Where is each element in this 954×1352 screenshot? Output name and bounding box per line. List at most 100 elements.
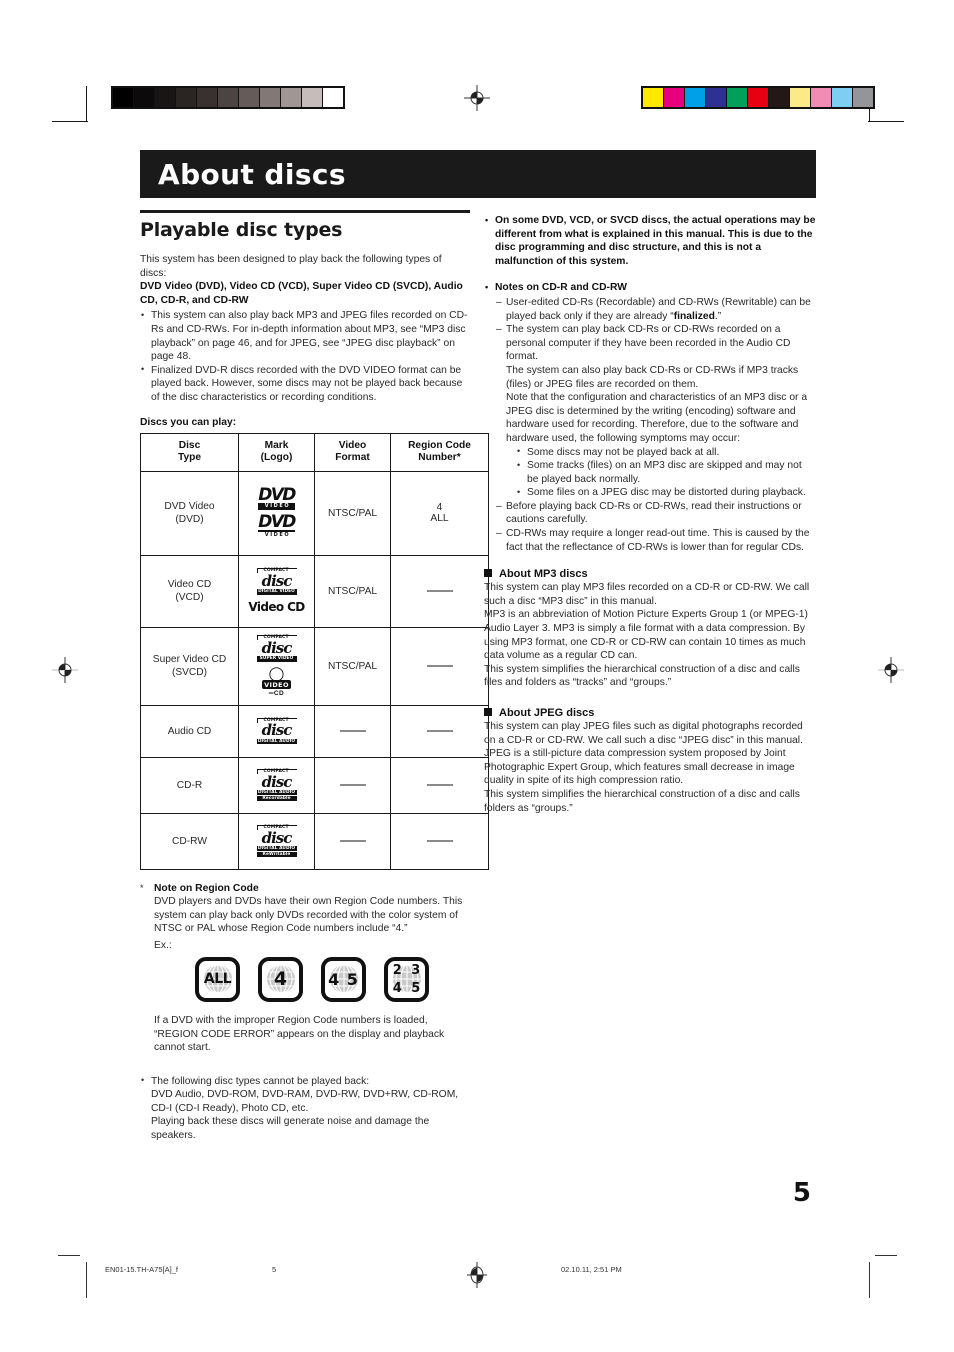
table-row: Audio CD COMPACT disc DIGITAL AUDIO [140, 704, 489, 758]
example-label: Ex.: [154, 939, 172, 951]
grayscale-swatch-10 [323, 88, 343, 107]
compact-disc-rewritable-logo: COMPACT disc DIGITAL AUDIO ReWritable [256, 824, 297, 858]
registration-crosshair-icon-top [464, 85, 490, 111]
crop-mark-left-upper [52, 121, 88, 122]
note-emphasis: finalized [673, 310, 715, 322]
note-continuation: The system can also play back CD-Rs or C… [506, 364, 799, 390]
color-swatch-7 [790, 88, 810, 107]
cell-video-format: NTSC/PAL [314, 554, 391, 628]
grayscale-swatch-7 [260, 88, 280, 107]
cell-disc-type: CD-RW [140, 812, 239, 870]
manual-page: About discs Playable disc types This sys… [0, 0, 954, 1352]
em-dash-mark [339, 840, 366, 842]
square-bullet-icon [484, 569, 492, 578]
about-mp3-section: About MP3 discs This system can play MP3… [484, 568, 816, 690]
em-dash-mark [339, 730, 366, 732]
grayscale-control-wedge [111, 86, 345, 109]
mp3-paragraph-1: This system can play MP3 files recorded … [484, 582, 810, 607]
registration-crosshair-icon-left [52, 657, 78, 683]
table-row: CD-RW COMPACT disc DIGITAL AUDIO ReWrita… [140, 812, 489, 870]
page-number: 5 [792, 1178, 811, 1208]
region-code-value-grid: 2 3 4 5 [388, 961, 425, 998]
grayscale-swatch-4 [197, 88, 217, 107]
region-code-value: 5 [411, 981, 421, 997]
col-header-disc-type: Disc Type [140, 432, 239, 472]
region-code-note: * Note on Region Code DVD players and DV… [140, 882, 470, 951]
compact-disc-digital-video-logo: COMPACT disc DIGITAL VIDEO [256, 568, 297, 595]
cell-video-format: NTSC/PAL [314, 626, 391, 706]
jpeg-paragraph-1: This system can play JPEG files such as … [484, 721, 803, 746]
cell-disc-type: Video CD (VCD) [140, 554, 239, 628]
note-text: The system can play back CD-Rs or CD-RWs… [506, 324, 791, 363]
cell-disc-type: CD-R [140, 756, 239, 814]
jpeg-paragraph-3: This system simplifies the hierarchical … [484, 788, 800, 814]
cell-region-code: 4 ALL [390, 470, 489, 556]
color-swatch-6 [769, 88, 789, 107]
em-dash-mark [426, 784, 453, 786]
cannot-play-line-2: DVD Audio, DVD-ROM, DVD-RAM, DVD-RW, DVD… [151, 1089, 459, 1114]
table-row: Video CD (VCD) COMPACT disc DIGITAL VIDEO… [140, 554, 489, 628]
color-swatch-2 [685, 88, 705, 107]
cell-disc-type: DVD Video (DVD) [140, 470, 239, 556]
region-code-4-badge: 4 [258, 956, 303, 1002]
footer-page-number: 5 [272, 1265, 277, 1274]
grayscale-swatch-5 [218, 88, 238, 107]
table-caption: Discs you can play: [140, 416, 237, 428]
footer-timestamp: 02.10.11, 2:51 PM [561, 1265, 622, 1274]
cell-disc-type: Audio CD [140, 704, 239, 758]
right-notice-list: On some DVD, VCD, or SVCD discs, the act… [484, 213, 816, 268]
footnote-asterisk: * [140, 882, 144, 893]
grayscale-swatch-2 [155, 88, 175, 107]
footer-tick-left [86, 1262, 87, 1298]
registration-crosshair-icon-right [878, 657, 904, 683]
cell-region-code [390, 812, 489, 870]
cell-region-code [390, 626, 489, 706]
section-rule [140, 210, 470, 213]
note-text-tail: .” [714, 310, 722, 322]
color-swatch-3 [706, 88, 726, 107]
intro-disc-list: DVD Video (DVD), Video CD (VCD), Super V… [140, 281, 463, 306]
symptom-list: Some discs may not be played back at all… [516, 445, 816, 500]
cannot-play-list: The following disc types cannot be playe… [140, 1074, 470, 1143]
color-swatch-1 [664, 88, 684, 107]
right-column: On some DVD, VCD, or SVCD discs, the act… [484, 212, 816, 815]
cell-video-format [314, 812, 391, 870]
list-item: CD-RWs may require a longer read-out tim… [496, 527, 816, 554]
col-header-region-code: Region Code Number* [390, 432, 489, 472]
crop-mark-right-upper [868, 121, 904, 122]
region-code-2345-badge: 2 3 4 5 [384, 956, 429, 1002]
dvd-video-logo: DVD VIDEO [258, 484, 296, 510]
region-code-45-badge: 4 5 [321, 956, 366, 1002]
color-swatch-5 [748, 88, 768, 107]
region-code-value: 2 [392, 962, 402, 978]
list-item: User-edited CD-Rs (Recordable) and CD-RW… [496, 296, 816, 323]
cell-video-format [314, 704, 391, 758]
section-title-playable-disc-types: Playable disc types [140, 219, 343, 241]
cell-mark-logo: COMPACT disc DIGITAL VIDEO Video CD [238, 554, 315, 628]
color-swatch-4 [727, 88, 747, 107]
grayscale-swatch-6 [239, 88, 259, 107]
cdr-dash-list: User-edited CD-Rs (Recordable) and CD-RW… [496, 296, 816, 554]
list-item: Some files on a JPEG disc may be distort… [516, 486, 816, 500]
cell-video-format [314, 756, 391, 814]
table-row: Super Video CD (SVCD) COMPACT disc SUPER … [140, 626, 489, 706]
em-dash-mark [426, 590, 453, 592]
footer-tick-right [869, 1262, 870, 1298]
crop-mark-top-left [86, 86, 87, 122]
color-swatch-8 [811, 88, 831, 107]
list-item: Notes on CD-R and CD-RW [484, 281, 816, 295]
note-body: DVD players and DVDs have their own Regi… [154, 896, 463, 935]
grayscale-swatch-1 [134, 88, 154, 107]
about-jpeg-section: About JPEG discs This system can play JP… [484, 707, 816, 815]
cell-region-code [390, 756, 489, 814]
table-row: CD-R COMPACT disc DIGITAL AUDIO Recordab… [140, 756, 489, 814]
col-header-mark-logo: Mark (Logo) [238, 432, 315, 472]
square-bullet-icon [484, 708, 492, 716]
dvd-video-logo-alt: DVD VIDEO [258, 511, 296, 539]
grayscale-swatch-0 [113, 88, 133, 107]
grayscale-swatch-3 [176, 88, 196, 107]
region-code-value: ALL [203, 971, 232, 988]
mp3-paragraph-3: This system simplifies the hierarchical … [484, 663, 800, 689]
list-item: The following disc types cannot be playe… [140, 1074, 470, 1143]
table-header-row: Disc Type Mark (Logo) Video Format Region C… [140, 432, 489, 472]
